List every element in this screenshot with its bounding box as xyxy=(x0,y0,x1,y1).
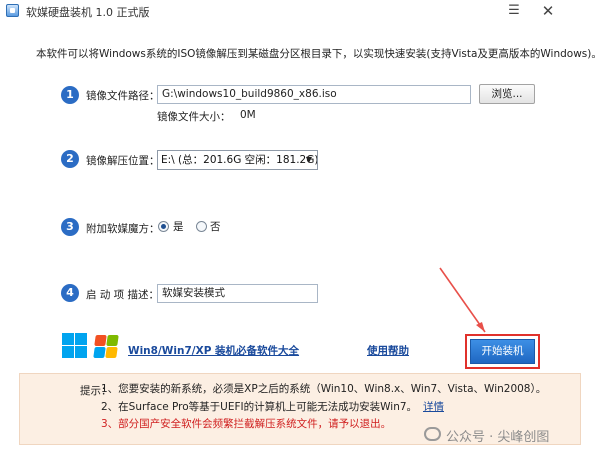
step-2-badge: 2 xyxy=(61,150,79,168)
annotation-arrow xyxy=(439,267,486,333)
intro-text: 本软件可以将Windows系统的ISO镜像解压到某磁盘分区根目录下，以实现快速安… xyxy=(36,48,599,60)
step-1-badge: 1 xyxy=(61,86,79,104)
extract-location-label: 镜像解压位置： xyxy=(86,155,160,167)
image-size-value: 0M xyxy=(240,109,256,121)
image-path-label: 镜像文件路径： xyxy=(86,90,160,102)
browse-button[interactable]: 浏览... xyxy=(479,84,535,104)
boot-desc-input[interactable]: 软媒安装模式 xyxy=(157,284,318,303)
start-install-button[interactable]: 开始装机 xyxy=(470,339,535,364)
tip-3: 3、部分国产安全软件会频繁拦截解压系统文件，请予以退出。 xyxy=(101,418,392,430)
cube-yes-radio[interactable] xyxy=(158,221,169,232)
watermark: 公众号 · 尖峰创图 xyxy=(446,430,550,445)
step-3-badge: 3 xyxy=(61,218,79,236)
image-path-input[interactable]: G:\windows10_build9860_x86.iso xyxy=(157,85,471,104)
help-link[interactable]: 使用帮助 xyxy=(367,343,409,358)
tip-2: 2、在Surface Pro等基于UEFI的计算机上可能无法成功安装Win7。 xyxy=(101,401,418,413)
cube-no-label: 否 xyxy=(210,221,221,233)
extract-location-value: E:\ (总：201.6G 空闲：181.2G) xyxy=(161,154,318,166)
chevron-down-icon: ▼ xyxy=(305,155,313,164)
cube-yes-label: 是 xyxy=(173,221,184,233)
windows-xp-logo-icon xyxy=(93,333,119,359)
close-icon[interactable]: ✕ xyxy=(537,2,559,20)
title-bar: 软媒硬盘装机 1.0 正式版 ☰ ✕ xyxy=(0,0,599,22)
wechat-icon xyxy=(424,427,441,441)
windows-logo-icon xyxy=(62,333,87,358)
boot-desc-label: 启 动 项 描述： xyxy=(86,289,160,301)
tip-1: 1、您要安装的新系统，必须是XP之后的系统（Win10、Win8.x、Win7、… xyxy=(101,383,547,395)
cube-option-label: 附加软媒魔方： xyxy=(86,223,160,235)
window-title: 软媒硬盘装机 1.0 正式版 xyxy=(26,6,150,19)
details-link[interactable]: 详情 xyxy=(423,399,444,414)
software-collection-link[interactable]: Win8/Win7/XP 装机必备软件大全 xyxy=(128,343,299,358)
cube-no-radio[interactable] xyxy=(196,221,207,232)
image-size-label: 镜像文件大小： xyxy=(157,111,231,123)
step-4-badge: 4 xyxy=(61,284,79,302)
extract-location-select[interactable]: E:\ (总：201.6G 空闲：181.2G) ▼ xyxy=(157,150,318,170)
menu-lines-icon[interactable]: ☰ xyxy=(503,2,525,20)
app-disk-icon xyxy=(6,4,19,17)
